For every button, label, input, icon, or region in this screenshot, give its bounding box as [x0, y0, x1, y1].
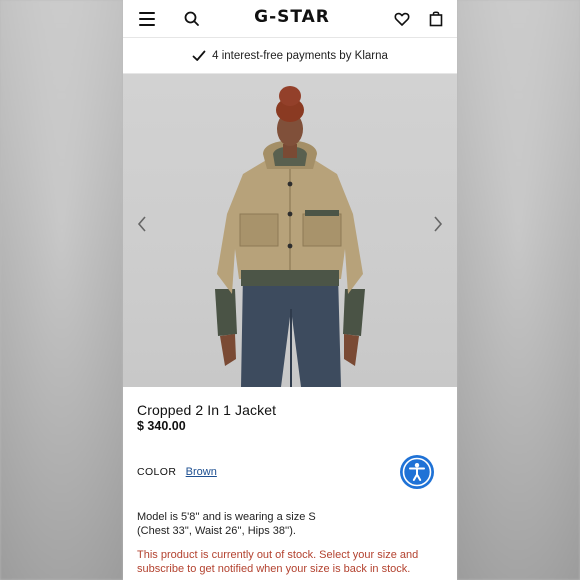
model-info-line: (Chest 33'', Waist 26'', Hips 38''). [137, 525, 296, 537]
site-header: G-STAR [123, 0, 457, 38]
klarna-promo-text: 4 interest-free payments by Klarna [212, 49, 388, 62]
accessibility-icon [402, 457, 432, 487]
checkmark-icon [192, 50, 206, 61]
chevron-right-icon[interactable] [431, 214, 445, 234]
product-photo [215, 86, 365, 387]
chevron-left-icon[interactable] [135, 214, 149, 234]
stock-message-line: This product is currently out of stock. … [137, 549, 419, 561]
color-selector: COLOR Brown [137, 466, 217, 478]
blurred-background-left [0, 0, 123, 580]
klarna-promo-bar: 4 interest-free payments by Klarna [123, 38, 457, 74]
heart-icon[interactable] [389, 6, 415, 32]
blurred-background-right [457, 0, 580, 580]
color-label: COLOR [137, 466, 177, 478]
accessibility-button[interactable] [400, 455, 434, 489]
product-title: Cropped 2 In 1 Jacket [137, 402, 277, 418]
mobile-page: G-STAR 4 interest-free payments by Klarn… [123, 0, 457, 580]
model-info-line: Model is 5'8'' and is wearing a size S [137, 511, 316, 523]
search-icon[interactable] [179, 6, 205, 32]
product-price: $ 340.00 [137, 419, 186, 433]
out-of-stock-message: This product is currently out of stock. … [137, 548, 447, 576]
menu-icon[interactable] [135, 6, 161, 32]
product-image-gallery[interactable] [123, 74, 457, 387]
brand-logo[interactable]: G-STAR [247, 6, 337, 28]
color-value-link[interactable]: Brown [186, 466, 217, 478]
model-size-info: Model is 5'8'' and is wearing a size S (… [137, 510, 447, 538]
stock-message-line: subscribe to get notified when your size… [137, 563, 411, 575]
shopping-bag-icon[interactable] [423, 6, 449, 32]
